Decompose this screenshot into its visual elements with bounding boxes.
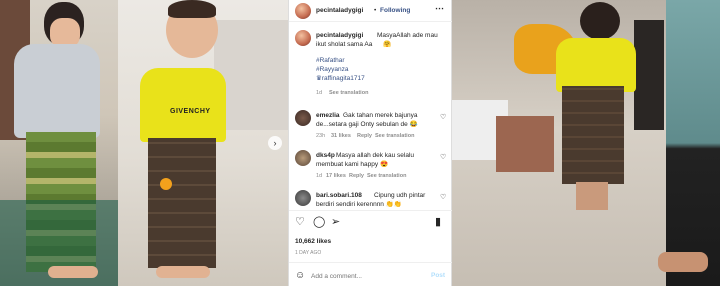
comment-time: 23h [316, 133, 326, 139]
divider [289, 262, 453, 263]
like-heart-icon[interactable]: ♡ [295, 216, 305, 228]
caption-avatar[interactable] [295, 30, 311, 46]
post-date: 1 DAY AGO [295, 250, 322, 256]
comment-like-heart-icon[interactable]: ♡ [440, 153, 446, 161]
toy-ball [160, 178, 172, 190]
left-photo [0, 0, 118, 286]
child-head [580, 2, 620, 40]
bookmark-icon[interactable]: ▮ [435, 216, 441, 228]
comment-reply-button[interactable]: Reply [357, 132, 372, 140]
mention-raffinagita[interactable]: ♛raffinagita1717 [316, 75, 365, 83]
comment-time: 1d [316, 173, 323, 179]
comment-like-heart-icon[interactable]: ♡ [440, 113, 446, 121]
child-sarong [562, 86, 624, 184]
caption-emoji: 🤗 [383, 41, 392, 48]
comment-username-bari[interactable]: bari.sobari.108 [316, 192, 362, 200]
center-photo: GIVENCHY › [118, 0, 288, 286]
child-legs [576, 182, 608, 210]
comment-like-heart-icon[interactable]: ♡ [440, 193, 446, 201]
post-panel: pecintaladygigi • Following ⋯ pecintalad… [288, 0, 453, 286]
divider [289, 210, 453, 211]
shirt-brand-text: GIVENCHY [170, 108, 211, 115]
toddler-yellow-shirt [140, 68, 226, 142]
likes-count[interactable]: 10,662 likes [295, 238, 331, 246]
comment-username-dks4p[interactable]: dks4p [316, 152, 335, 160]
right-photo [452, 0, 720, 286]
caption-line1: MasyaAllah ade mau [377, 32, 438, 39]
hashtag-rayyanza[interactable]: #Rayyanza [316, 66, 349, 74]
caption-see-translation[interactable]: See translation [329, 89, 368, 97]
toddler-sarong [148, 138, 216, 268]
more-dots-icon[interactable]: ⋯ [435, 3, 444, 14]
comment-text-line2: de...setara gaji Onty sebulan de 😂 [316, 121, 418, 128]
poster-username[interactable]: pecintaladygigi [316, 7, 363, 15]
add-comment-input[interactable] [311, 270, 421, 282]
comment-likes[interactable]: 31 likes [331, 132, 351, 140]
caption-username[interactable]: pecintaladygigi [316, 32, 363, 40]
floor-mat [496, 116, 554, 172]
comment-text-line1: Gak tahan merek bajunya [343, 112, 418, 119]
post-comment-button[interactable]: Post [431, 272, 445, 280]
adult-feet [658, 252, 708, 272]
poster-avatar[interactable] [295, 3, 311, 19]
adult-figure [666, 0, 720, 286]
comment-text-line1: Cipung udh pintar [374, 192, 426, 199]
next-slide-button[interactable]: › [268, 136, 282, 150]
dark-panel [634, 20, 664, 130]
comment-see-translation[interactable]: See translation [367, 172, 406, 180]
comment-text-line2: membuat kami happy 😍 [316, 161, 389, 168]
comment-likes[interactable]: 17 likes [326, 172, 346, 180]
carousel-dots [120, 280, 160, 284]
comment-text-line2: berdiri sendiri kerennnn 👏👏 [316, 201, 402, 208]
comment-avatar-dks4p[interactable] [295, 150, 311, 166]
share-send-icon[interactable]: ➢ [331, 216, 340, 228]
comment-avatar-bari[interactable] [295, 190, 311, 206]
emoji-icon[interactable]: ☺ [295, 270, 305, 282]
hashtag-rafathar[interactable]: #Rafathar [316, 57, 345, 65]
post-header: pecintaladygigi • Following ⋯ [289, 0, 453, 22]
comment-see-translation[interactable]: See translation [375, 132, 414, 140]
caption-time: 1d [316, 90, 323, 96]
caption-line2: ikut sholat sama Aa [316, 41, 373, 48]
comment-avatar-emezlia[interactable] [295, 110, 311, 126]
following-button[interactable]: Following [380, 7, 410, 15]
boy-gray-shirt [14, 44, 100, 138]
boy-feet [48, 266, 98, 278]
comment-bubble-icon[interactable]: ◯ [313, 216, 325, 228]
child-yellow-shirt [556, 38, 636, 92]
toddler-hair [168, 0, 216, 18]
comment-username-emezlia[interactable]: emezlia [316, 112, 340, 120]
comment-reply-button[interactable]: Reply [349, 172, 364, 180]
comment-text-line1: Masya allah dek kau selalu [336, 152, 415, 159]
toddler-feet [156, 266, 210, 278]
header-separator: • [374, 7, 377, 14]
